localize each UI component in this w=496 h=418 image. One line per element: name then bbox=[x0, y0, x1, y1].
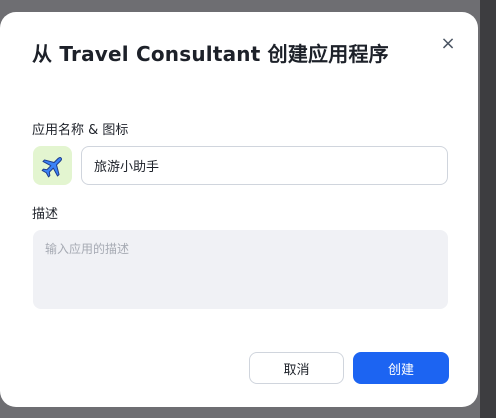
create-button[interactable]: 创建 bbox=[353, 352, 449, 384]
description-label: 描述 bbox=[32, 207, 59, 222]
app-name-label: 应用名称 & 图标 bbox=[32, 123, 129, 138]
app-icon-picker[interactable] bbox=[33, 146, 72, 185]
cancel-button[interactable]: 取消 bbox=[249, 352, 344, 384]
airplane-icon bbox=[41, 156, 62, 177]
close-icon[interactable]: × bbox=[440, 35, 456, 53]
backdrop bbox=[480, 0, 496, 418]
create-app-dialog: 从 Travel Consultant 创建应用程序 × 应用名称 & 图标 描… bbox=[0, 12, 478, 407]
dialog-title: 从 Travel Consultant 创建应用程序 bbox=[32, 42, 389, 66]
render-artifact bbox=[312, 384, 468, 404]
description-input[interactable] bbox=[33, 230, 448, 309]
app-name-input[interactable] bbox=[81, 146, 448, 185]
